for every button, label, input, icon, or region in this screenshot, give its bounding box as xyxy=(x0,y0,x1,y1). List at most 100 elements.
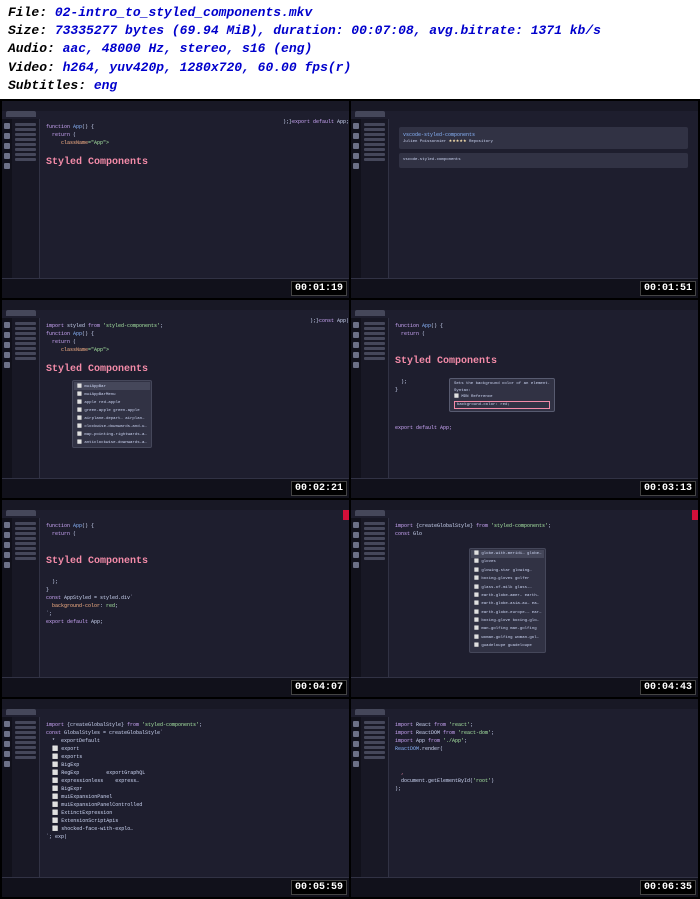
git-icon[interactable] xyxy=(4,542,10,548)
file-tree-item[interactable] xyxy=(364,552,385,555)
code-editor[interactable]: vscode-styled-components Julien Poissonn… xyxy=(389,119,698,279)
file-tree-item[interactable] xyxy=(364,357,385,360)
thumbnail-6[interactable]: import {createGlobalStyle} from 'styled-… xyxy=(2,699,349,897)
file-tree-item[interactable] xyxy=(364,128,385,131)
autocomplete-item[interactable]: ⬜ map-pointing-rightwards-a… xyxy=(74,430,150,438)
code-editor[interactable]: function App() { return ( Styled Compone… xyxy=(40,518,349,678)
extensions-icon[interactable] xyxy=(353,163,359,169)
autocomplete-item[interactable]: ⬜ apple red-apple xyxy=(74,398,150,406)
extensions-icon[interactable] xyxy=(353,362,359,368)
autocomplete-item[interactable]: ⬜ muiAppBar xyxy=(74,382,150,390)
code-editor[interactable]: import {createGlobalStyle} from 'styled-… xyxy=(389,518,698,678)
editor-tab[interactable] xyxy=(355,510,385,516)
file-tree-item[interactable] xyxy=(364,332,385,335)
autocomplete-item[interactable]: ⬜ earth-globe-asia-au… ea… xyxy=(471,600,544,608)
code-editor[interactable]: function App() { return ( Styled Compone… xyxy=(389,318,698,478)
editor-tab[interactable] xyxy=(6,310,36,316)
file-tree-item[interactable] xyxy=(364,337,385,340)
file-tree-item[interactable] xyxy=(364,522,385,525)
files-icon[interactable] xyxy=(4,123,10,129)
editor-tab[interactable] xyxy=(355,310,385,316)
git-icon[interactable] xyxy=(353,741,359,747)
file-tree-item[interactable] xyxy=(15,547,36,550)
search-icon[interactable] xyxy=(4,133,10,139)
files-icon[interactable] xyxy=(353,522,359,528)
file-tree-item[interactable] xyxy=(15,741,36,744)
file-tree-item[interactable] xyxy=(15,138,36,141)
autocomplete-item[interactable]: ⬜ gloves xyxy=(471,558,544,566)
git-icon[interactable] xyxy=(353,342,359,348)
file-tree-item[interactable] xyxy=(364,557,385,560)
search-icon[interactable] xyxy=(353,731,359,737)
debug-icon[interactable] xyxy=(4,153,10,159)
thumbnail-2[interactable]: import styled from 'styled-components';f… xyxy=(2,300,349,498)
file-tree-item[interactable] xyxy=(15,347,36,350)
file-tree-item[interactable] xyxy=(15,552,36,555)
file-tree-item[interactable] xyxy=(15,557,36,560)
file-tree-item[interactable] xyxy=(15,143,36,146)
file-tree-item[interactable] xyxy=(364,327,385,330)
file-tree-item[interactable] xyxy=(15,352,36,355)
code-editor[interactable]: import React from 'react';import ReactDO… xyxy=(389,717,698,877)
file-tree-item[interactable] xyxy=(15,153,36,156)
file-tree-item[interactable] xyxy=(364,527,385,530)
files-icon[interactable] xyxy=(4,322,10,328)
git-icon[interactable] xyxy=(4,741,10,747)
file-tree-item[interactable] xyxy=(15,322,36,325)
git-icon[interactable] xyxy=(4,342,10,348)
search-icon[interactable] xyxy=(4,731,10,737)
file-tree-item[interactable] xyxy=(364,726,385,729)
file-tree-item[interactable] xyxy=(15,532,36,535)
editor-tab[interactable] xyxy=(6,111,36,117)
file-tree-item[interactable] xyxy=(364,322,385,325)
extensions-icon[interactable] xyxy=(4,562,10,568)
file-tree-item[interactable] xyxy=(364,532,385,535)
file-tree-item[interactable] xyxy=(364,731,385,734)
debug-icon[interactable] xyxy=(4,352,10,358)
autocomplete-dropdown[interactable]: ⬜ globe-with-meridi… globe…⬜ gloves⬜ glo… xyxy=(469,548,546,653)
file-tree-item[interactable] xyxy=(364,138,385,141)
file-tree-item[interactable] xyxy=(364,143,385,146)
autocomplete-item[interactable]: ⬜ guadeloupe guadeloupe xyxy=(471,642,544,650)
file-tree-item[interactable] xyxy=(15,337,36,340)
file-tree-item[interactable] xyxy=(364,347,385,350)
file-tree-item[interactable] xyxy=(364,133,385,136)
files-icon[interactable] xyxy=(353,721,359,727)
autocomplete-item[interactable]: ⬜ woman-golfing woman-gol… xyxy=(471,634,544,642)
files-icon[interactable] xyxy=(353,123,359,129)
file-tree-item[interactable] xyxy=(15,342,36,345)
file-tree-item[interactable] xyxy=(15,357,36,360)
code-editor[interactable]: import {createGlobalStyle} from 'styled-… xyxy=(40,717,349,877)
thumbnail-0[interactable]: function App() { return ( className="App… xyxy=(2,101,349,299)
autocomplete-item[interactable]: ⬜ anticlockwise-downwards-a… xyxy=(74,438,150,446)
search-icon[interactable] xyxy=(353,133,359,139)
file-tree-item[interactable] xyxy=(364,352,385,355)
thumbnail-7[interactable]: import React from 'react';import ReactDO… xyxy=(351,699,698,897)
git-icon[interactable] xyxy=(353,143,359,149)
extensions-icon[interactable] xyxy=(4,362,10,368)
extensions-icon[interactable] xyxy=(353,761,359,767)
autocomplete-item[interactable]: ⬜ green-apple green-apple xyxy=(74,406,150,414)
thumbnail-5[interactable]: import {createGlobalStyle} from 'styled-… xyxy=(351,500,698,698)
extension-card[interactable]: vscode-styled-components Julien Poissonn… xyxy=(399,127,688,149)
search-icon[interactable] xyxy=(4,332,10,338)
file-tree-item[interactable] xyxy=(364,746,385,749)
file-tree-item[interactable] xyxy=(15,746,36,749)
git-icon[interactable] xyxy=(4,143,10,149)
thumbnail-3[interactable]: function App() { return ( Styled Compone… xyxy=(351,300,698,498)
file-tree-item[interactable] xyxy=(15,332,36,335)
git-icon[interactable] xyxy=(353,542,359,548)
file-tree-item[interactable] xyxy=(364,741,385,744)
debug-icon[interactable] xyxy=(353,153,359,159)
file-tree-item[interactable] xyxy=(15,751,36,754)
file-tree-item[interactable] xyxy=(15,128,36,131)
file-tree-item[interactable] xyxy=(15,731,36,734)
file-tree-item[interactable] xyxy=(364,756,385,759)
autocomplete-item[interactable]: ⬜ boxing-gloves golfer xyxy=(471,575,544,583)
file-tree-item[interactable] xyxy=(15,133,36,136)
file-tree-item[interactable] xyxy=(364,547,385,550)
files-icon[interactable] xyxy=(4,522,10,528)
file-tree-item[interactable] xyxy=(15,726,36,729)
search-icon[interactable] xyxy=(353,332,359,338)
file-tree-item[interactable] xyxy=(15,148,36,151)
